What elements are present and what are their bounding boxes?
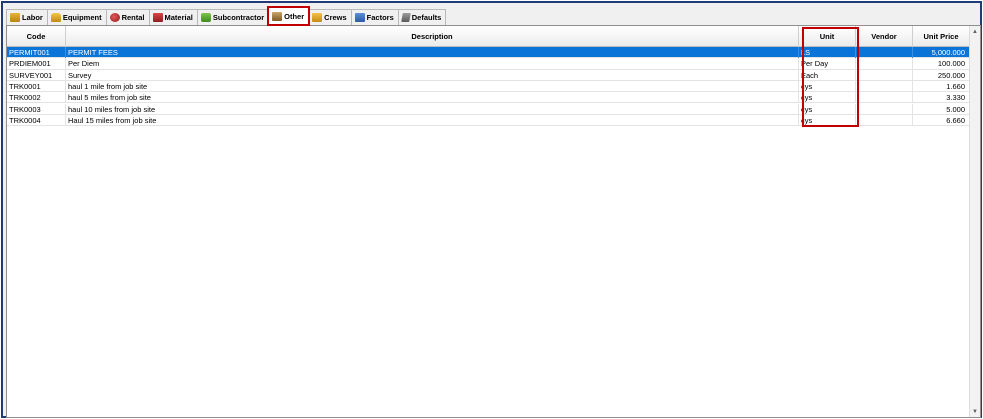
cell-unit[interactable]: cys — [799, 92, 856, 104]
cell-description[interactable]: haul 5 miles from job site — [66, 92, 799, 104]
column-header-description[interactable]: Description — [66, 26, 799, 47]
tab-subcontractor[interactable]: Subcontractor — [196, 9, 270, 25]
cell-code[interactable]: TRK0002 — [7, 92, 66, 104]
tab-label: Factors — [366, 13, 394, 22]
cell-vendor[interactable] — [856, 114, 913, 126]
tab-material[interactable]: Material — [148, 9, 198, 25]
table-row[interactable]: TRK0002 haul 5 miles from job site cys 3… — [7, 92, 970, 104]
tab-label: Other — [284, 12, 305, 21]
cell-code[interactable]: PRDIEM001 — [7, 58, 66, 70]
cell-unit-price[interactable]: 1.660 — [913, 80, 970, 92]
cell-unit[interactable]: LS — [799, 47, 856, 58]
scroll-down-icon[interactable]: ▼ — [970, 406, 980, 417]
other-icon — [272, 12, 283, 21]
table-row[interactable]: TRK0004 Haul 15 miles from job site cys … — [7, 114, 970, 127]
table-row[interactable]: PRDIEM001 Per Diem Per Day 100.000 — [7, 58, 970, 70]
column-header-unit-price[interactable]: Unit Price — [913, 26, 970, 47]
column-header-code[interactable]: Code — [7, 26, 66, 47]
material-icon — [152, 13, 163, 22]
cell-unit-price[interactable]: 3.330 — [913, 92, 970, 104]
tab-crews[interactable]: Crews — [308, 9, 352, 25]
tab-other[interactable]: Other — [267, 6, 311, 26]
crews-icon — [312, 13, 323, 22]
grid-header: Code Description Unit Vendor Unit Price — [7, 26, 970, 47]
cell-vendor[interactable] — [856, 69, 913, 81]
tab-label: Labor — [22, 13, 43, 22]
tab-label: Equipment — [62, 13, 102, 22]
table-row[interactable]: SURVEY001 Survey Each 250.000 — [7, 69, 970, 81]
cell-unit-price[interactable]: 5.000 — [913, 103, 970, 115]
tab-label: Material — [164, 13, 193, 22]
cell-description[interactable]: haul 1 mile from job site — [66, 80, 799, 92]
items-grid: Code Description Unit Vendor Unit Price … — [6, 25, 981, 418]
tab-equipment[interactable]: Equipment — [46, 9, 107, 25]
tab-label: Crews — [324, 13, 347, 22]
cell-unit-price[interactable]: 6.660 — [913, 114, 970, 126]
cell-code[interactable]: TRK0004 — [7, 114, 66, 126]
table-row[interactable]: PERMIT001 PERMIT FEES LS 5,000.000 — [7, 47, 970, 59]
cell-code[interactable]: TRK0003 — [7, 103, 66, 115]
cell-description[interactable]: Per Diem — [66, 58, 799, 70]
cell-code[interactable]: PERMIT001 — [7, 47, 66, 58]
cell-vendor[interactable] — [856, 58, 913, 70]
cell-description[interactable]: haul 10 miles from job site — [66, 103, 799, 115]
tab-label: Rental — [121, 13, 145, 22]
tab-bar: Labor Equipment Rental Material Subcontr… — [6, 6, 981, 26]
tab-factors[interactable]: Factors — [350, 9, 399, 25]
cell-code[interactable]: TRK0001 — [7, 80, 66, 92]
tab-label: Subcontractor — [212, 13, 265, 22]
cell-description[interactable]: PERMIT FEES — [66, 47, 799, 58]
cell-vendor[interactable] — [856, 92, 913, 104]
vertical-scrollbar[interactable]: ▲ ▼ — [969, 26, 980, 417]
cell-unit[interactable]: cys — [799, 114, 856, 126]
cell-unit[interactable]: cys — [799, 80, 856, 92]
cell-unit-price[interactable]: 250.000 — [913, 69, 970, 81]
defaults-icon — [400, 13, 411, 22]
cell-code[interactable]: SURVEY001 — [7, 69, 66, 81]
column-header-vendor[interactable]: Vendor — [856, 26, 913, 47]
cell-unit[interactable]: Per Day — [799, 58, 856, 70]
cell-vendor[interactable] — [856, 103, 913, 115]
scroll-up-icon[interactable]: ▲ — [970, 26, 980, 37]
cell-unit[interactable]: cys — [799, 103, 856, 115]
tab-labor[interactable]: Labor — [6, 9, 48, 25]
cell-unit-price[interactable]: 5,000.000 — [913, 47, 970, 58]
subcontractor-icon — [200, 13, 211, 22]
cell-description[interactable]: Haul 15 miles from job site — [66, 114, 799, 126]
tab-rental[interactable]: Rental — [105, 9, 150, 25]
table-row[interactable]: TRK0001 haul 1 mile from job site cys 1.… — [7, 80, 970, 93]
factors-icon — [354, 13, 365, 22]
tab-label: Defaults — [411, 13, 442, 22]
labor-icon — [10, 13, 20, 22]
cell-unit-price[interactable]: 100.000 — [913, 58, 970, 70]
tab-defaults[interactable]: Defaults — [397, 9, 447, 25]
cell-unit[interactable]: Each — [799, 69, 856, 81]
cell-vendor[interactable] — [856, 80, 913, 92]
column-header-unit[interactable]: Unit — [799, 26, 856, 47]
cell-description[interactable]: Survey — [66, 69, 799, 81]
equipment-icon — [50, 13, 61, 22]
table-row[interactable]: TRK0003 haul 10 miles from job site cys … — [7, 103, 970, 115]
window-frame: Labor Equipment Rental Material Subcontr… — [1, 1, 982, 418]
cell-vendor[interactable] — [856, 47, 913, 58]
rental-icon — [109, 13, 120, 22]
